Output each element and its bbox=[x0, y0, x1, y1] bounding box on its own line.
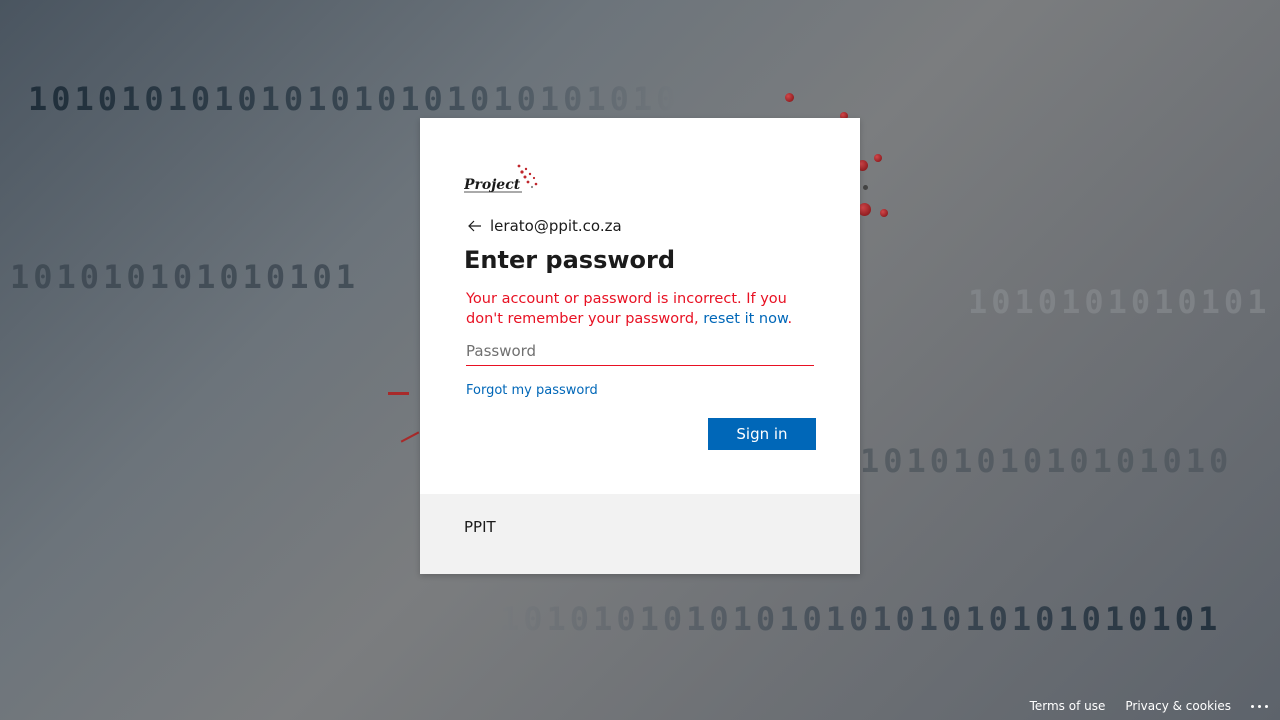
company-logo-graphic: Project bbox=[463, 164, 538, 193]
binary-pattern: 1010101010101 bbox=[968, 283, 1271, 321]
password-input[interactable] bbox=[466, 336, 814, 366]
ellipsis-icon[interactable] bbox=[1251, 701, 1268, 712]
sign-in-button[interactable]: Sign in bbox=[708, 418, 816, 450]
page-footer: Terms of use Privacy & cookies bbox=[1030, 699, 1268, 713]
organization-name: PPIT bbox=[464, 518, 496, 536]
identity-banner[interactable]: lerato@ppit.co.za bbox=[464, 215, 622, 237]
decorative-dot bbox=[785, 93, 794, 102]
terms-of-use-link[interactable]: Terms of use bbox=[1030, 699, 1106, 713]
error-message: Your account or password is incorrect. I… bbox=[466, 289, 821, 329]
reset-password-link[interactable]: reset it now bbox=[703, 311, 787, 327]
organization-banner: PPIT bbox=[420, 494, 860, 574]
binary-pattern: 101010101010101 bbox=[10, 258, 359, 296]
privacy-cookies-link[interactable]: Privacy & cookies bbox=[1125, 699, 1231, 713]
binary-pattern: 1010101010101010101010101010 bbox=[28, 80, 680, 118]
back-arrow-icon[interactable] bbox=[464, 215, 486, 237]
decorative-line bbox=[388, 392, 409, 395]
decorative-dot bbox=[874, 154, 882, 162]
account-email: lerato@ppit.co.za bbox=[490, 217, 622, 235]
decorative-dot bbox=[863, 185, 868, 190]
logo-text: Project bbox=[464, 177, 521, 193]
decorative-line bbox=[400, 431, 420, 443]
error-end: . bbox=[787, 311, 793, 327]
login-card: Project lerato@ppit.co.za Enter password… bbox=[420, 118, 860, 574]
company-logo: Project bbox=[463, 162, 544, 198]
binary-pattern: 1010101010101010101010101010101 bbox=[500, 600, 1222, 638]
decorative-dot bbox=[880, 209, 888, 217]
page-title: Enter password bbox=[464, 246, 676, 274]
binary-pattern: 1010101010101010 bbox=[860, 442, 1233, 480]
forgot-password-link[interactable]: Forgot my password bbox=[466, 383, 598, 398]
login-card-body: Project lerato@ppit.co.za Enter password… bbox=[420, 118, 860, 494]
